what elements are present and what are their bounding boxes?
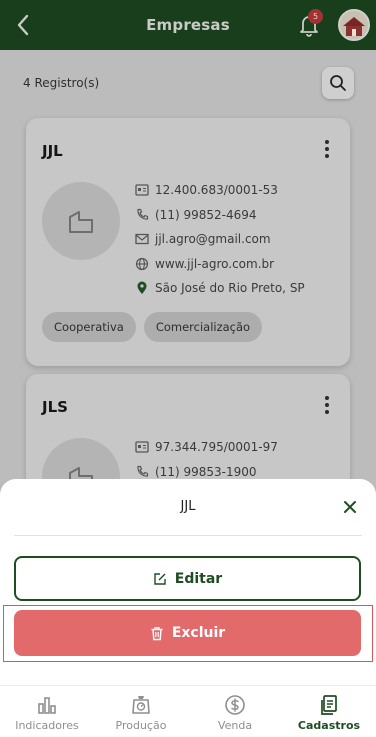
mail-icon [135,232,149,246]
bottom-navigation: Indicadores Produção Venda Cadastros [0,685,376,737]
documents-icon [319,693,339,717]
id-card-icon [135,440,149,454]
dollar-circle-icon [224,693,246,717]
tag-chip: Cooperativa [42,312,136,342]
company-info: 97.344.795/0001-97 (11) 99853-1900 [135,435,350,484]
id-card-icon [135,183,149,197]
nav-label: Indicadores [15,718,79,732]
bar-chart-icon [36,693,58,717]
app-header: Empresas 5 [0,0,376,50]
company-card[interactable]: JJL 12.400.683/0001-53 (11) 99852-4694 j… [26,118,350,366]
company-name: JJL [42,142,63,160]
company-tags: Cooperativa Comercialização [42,312,263,342]
globe-icon [135,257,149,271]
more-options-button[interactable] [320,394,334,416]
nav-item-producao[interactable]: Produção [94,686,188,737]
nav-item-venda[interactable]: Venda [188,686,282,737]
tag-chip: Comercialização [143,312,263,342]
email-row: jjl.agro@gmail.com [135,227,350,252]
more-options-button[interactable] [320,138,334,160]
delete-button[interactable]: Excluir [14,610,361,656]
company-info: 12.400.683/0001-53 (11) 99852-4694 jjl.a… [135,178,350,301]
close-button[interactable] [340,497,360,517]
search-icon [330,75,346,91]
trash-icon [150,626,164,641]
website-row: www.jjl-agro.com.br [135,252,350,277]
nav-item-cadastros[interactable]: Cadastros [282,686,376,737]
cnpj-row: 12.400.683/0001-53 [135,178,350,203]
building-placeholder-icon [69,211,93,233]
company-name: JLS [42,398,68,416]
chevron-left-icon [17,14,29,36]
records-count: 4 Registro(s) [23,76,100,90]
phone-icon [135,465,149,479]
page-title: Empresas [146,16,230,34]
notification-badge: 5 [308,9,323,24]
nav-label: Venda [217,718,253,732]
edit-icon [153,572,167,586]
farm-house-icon [340,11,368,39]
sheet-title: JJL [180,499,196,514]
close-icon [344,501,356,513]
phone-row: (11) 99852-4694 [135,203,350,228]
company-logo [42,182,120,260]
map-pin-icon [135,281,149,295]
nav-label: Produção [115,718,167,732]
location-row: São José do Rio Preto, SP [135,276,350,301]
scale-icon [130,693,152,717]
avatar[interactable] [338,9,370,41]
cnpj-row: 97.344.795/0001-97 [135,435,350,460]
back-button[interactable] [10,10,36,40]
search-button[interactable] [322,67,354,99]
divider [14,535,362,536]
phone-icon [135,208,149,222]
nav-label: Cadastros [297,718,361,732]
nav-item-indicadores[interactable]: Indicadores [0,686,94,737]
actions-bottom-sheet: JJL Editar Excluir [0,479,376,685]
edit-button[interactable]: Editar [14,556,361,601]
